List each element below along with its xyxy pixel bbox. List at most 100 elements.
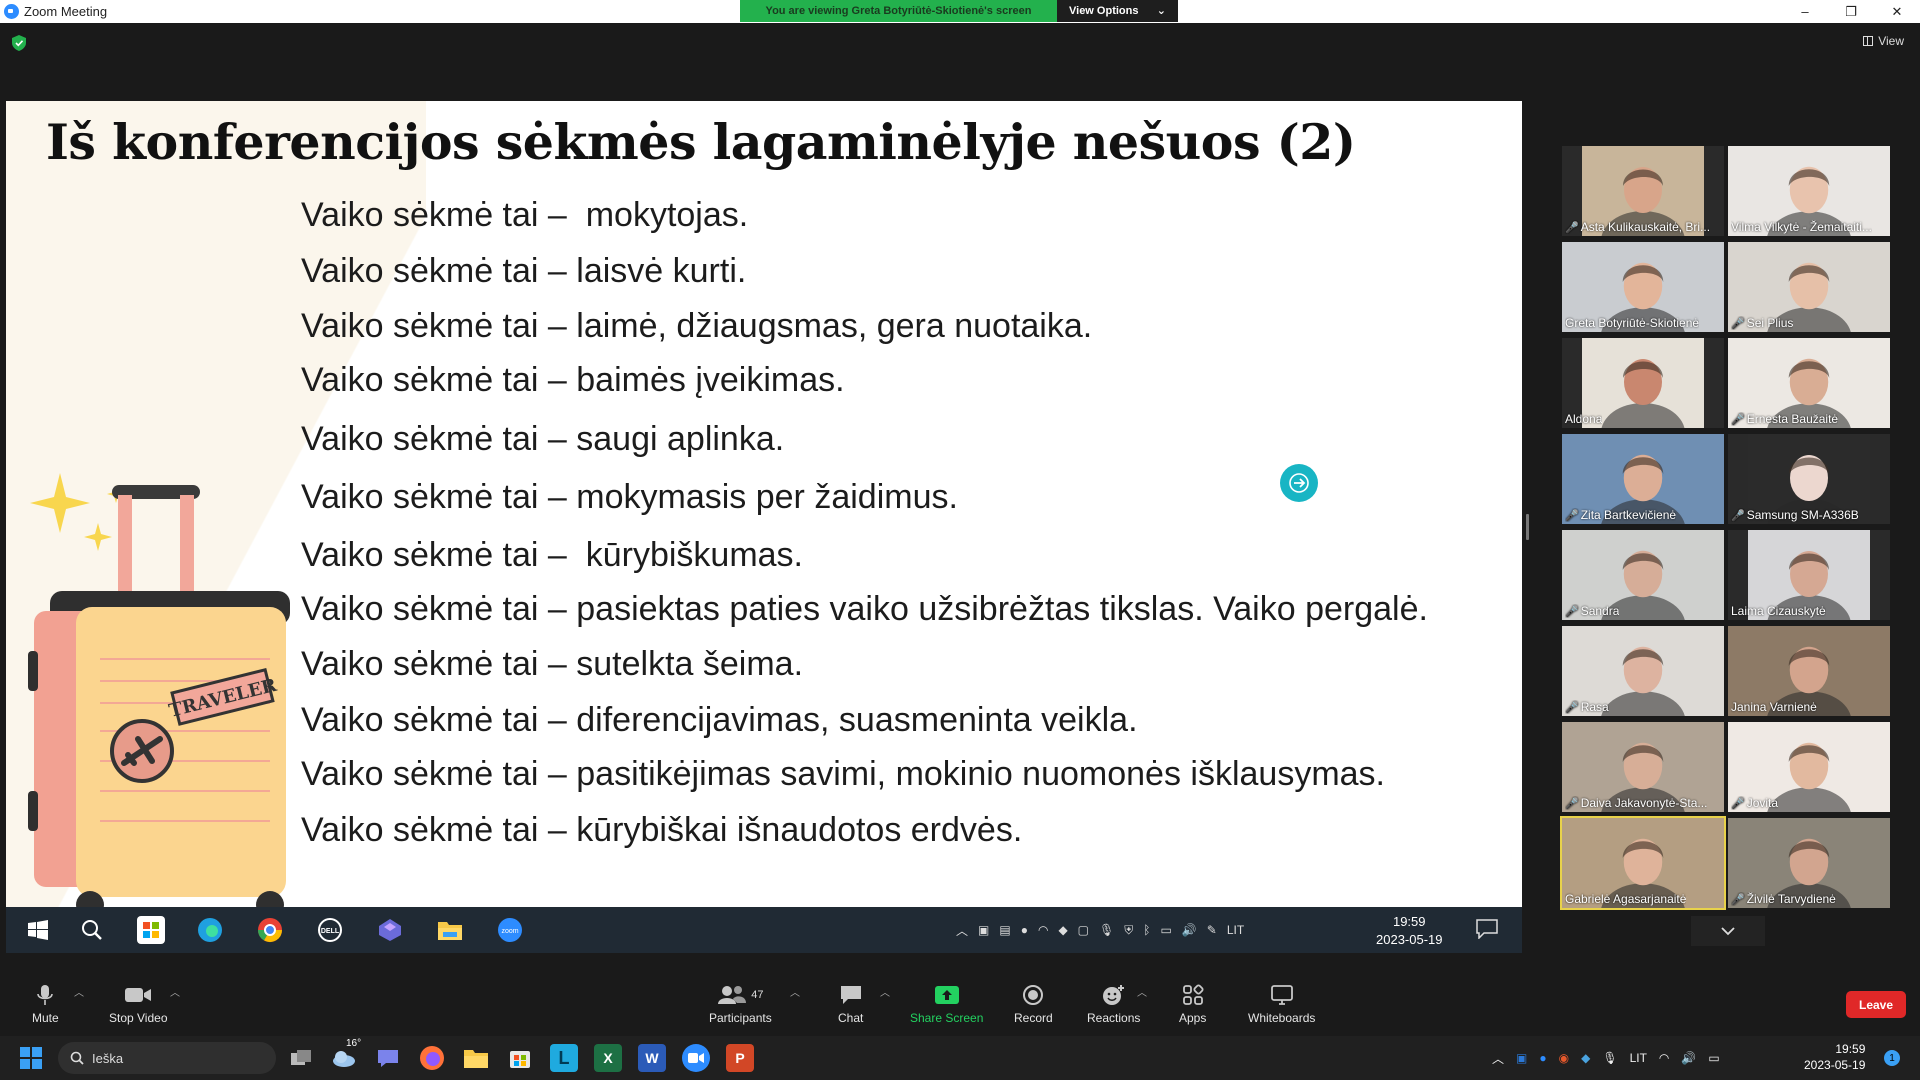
zoom-logo-icon [4,4,19,19]
security-shield-icon[interactable] [12,35,26,51]
reactions-button[interactable]: Reactions [1087,984,1140,1025]
participant-tile[interactable]: Gabrielė Agasarjanaitė [1560,816,1726,910]
participant-tile[interactable]: Laima Cizauskytė [1728,530,1890,620]
participant-tile[interactable]: Janina Varnienė [1728,626,1890,716]
video-camera-icon [125,988,152,1002]
suitcase-illustration: TRAVELER [28,473,290,911]
chat-button[interactable]: Chat [838,984,863,1025]
mute-options-caret-icon[interactable]: ︿ [74,984,84,999]
weather-widget[interactable]: 16° [330,1038,361,1072]
remote-zoom-icon: zoom [496,916,524,944]
muted-mic-icon: 🎤 [1731,893,1745,906]
split-resize-handle[interactable] [1526,514,1529,540]
participant-name: Živilė Tarvydienė [1746,892,1836,906]
slide-line: Vaiko sėkmė tai – saugi aplinka. [301,420,785,458]
wifi-icon[interactable]: ◠ [1659,1051,1669,1065]
participant-name: Greta Botyriūtė-Skiotienė [1565,316,1700,330]
participants-button[interactable]: 47 Participants [709,984,772,1025]
participant-name-tag: 🎤 Asta Kulikauskaitė, Bri... [1565,220,1710,234]
participant-tile[interactable]: Aldona [1562,338,1724,428]
taskbar-clock[interactable]: 19:59 2023-05-19 [1804,1041,1865,1073]
video-options-caret-icon[interactable]: ︿ [170,984,180,999]
participant-tile[interactable]: 🎤 Zita Bartkevičienė [1562,434,1724,524]
participant-tile[interactable]: 🎤 Sei Plius [1728,242,1890,332]
windows-start-icon[interactable] [20,1047,42,1069]
participant-name: Sandra [1580,604,1620,618]
windows-taskbar: Ieška 16° L X W P ︿ ▣ ● ◉ ◆ 🎙 LIT ◠ 🔊 ▭ … [0,1036,1920,1080]
remote-chevron-up-icon: ︿ [956,923,969,938]
record-button[interactable]: Record [1014,984,1053,1025]
participant-tile[interactable]: Vilma Vilkytė - Žemaitaiti... [1728,146,1890,236]
gallery-scroll-down-button[interactable] [1691,916,1765,946]
whiteboards-button[interactable]: Whiteboards [1248,984,1315,1025]
remote-wifi-icon: ◠ [1037,923,1049,937]
battery-icon[interactable]: ▭ [1708,1051,1719,1065]
zoom-tray-icon[interactable]: ● [1539,1051,1546,1065]
zoom-taskbar-icon[interactable] [682,1044,710,1072]
slide-line: Vaiko sėkmė tai – kūrybiškai išnaudotos … [301,811,1023,849]
mute-button[interactable]: Mute [32,984,59,1025]
remote-bluetooth-icon: ᛒ [1143,923,1151,937]
share-screen-icon [934,986,959,1004]
share-screen-label: Share Screen [910,1011,984,1025]
remote-notification-icon [1476,919,1498,944]
participants-options-caret-icon[interactable]: ︿ [790,984,800,999]
participant-tile[interactable]: 🎤 Rasa [1562,626,1724,716]
word-icon[interactable]: W [638,1044,666,1072]
store-icon[interactable] [506,1044,534,1072]
restore-button[interactable]: ❐ [1828,0,1874,23]
participant-tile[interactable]: 🎤 Daiva Jakavonytė-Sta... [1562,722,1724,812]
participant-tile[interactable]: 🎤 Jovita [1728,722,1890,812]
participant-tile[interactable]: 🎤 Živilė Tarvydienė [1728,818,1890,908]
defender-tray-icon[interactable]: ◆ [1581,1051,1590,1065]
apps-button[interactable]: Apps [1179,984,1206,1025]
view-button[interactable]: View [1863,34,1904,48]
participant-name-tag: Greta Botyriūtė-Skiotienė [1565,316,1699,330]
remote-tray-icon: ▢ [1077,923,1090,937]
whiteboards-label: Whiteboards [1248,1011,1316,1025]
close-button[interactable]: ✕ [1874,0,1920,23]
office-tray-icon[interactable]: ◉ [1559,1051,1569,1065]
muted-mic-icon: 🎤 [1731,317,1745,330]
remote-language: LIT [1226,923,1245,937]
l-app-icon[interactable]: L [550,1044,578,1072]
mic-tray-icon[interactable]: 🎙 [1602,1051,1617,1065]
remote-chrome-icon [256,916,284,944]
teams-chat-icon[interactable] [374,1044,402,1072]
participant-name: Daiva Jakavonytė-Sta... [1580,796,1708,810]
participant-tile[interactable]: 🎤 Samsung SM-A336B [1728,434,1890,524]
remote-tray-icon: ▣ [978,923,990,937]
chevron-up-icon[interactable]: ︿ [1492,1050,1504,1067]
excel-icon[interactable]: X [594,1044,622,1072]
participant-name-tag: Gabrielė Agasarjanaitė [1565,892,1686,906]
file-explorer-icon[interactable] [462,1044,490,1072]
search-placeholder: Ieška [92,1050,124,1066]
reactions-options-caret-icon[interactable]: ︿ [1137,984,1147,999]
remote-dell-icon: DELL [316,916,344,944]
stop-video-button[interactable]: Stop Video [109,984,168,1025]
minimize-button[interactable]: – [1782,0,1828,23]
taskbar-search[interactable]: Ieška [58,1042,276,1074]
participant-tile[interactable]: 🎤 Ernesta Baužaitė [1728,338,1890,428]
task-view-icon[interactable] [287,1044,315,1072]
speaker-icon[interactable]: 🔊 [1681,1051,1696,1065]
leave-button[interactable]: Leave [1846,991,1906,1018]
participant-tile[interactable]: Greta Botyriūtė-Skiotienė [1562,242,1724,332]
input-language[interactable]: LIT [1630,1051,1647,1065]
airplane-icon [110,719,174,783]
participants-icon [718,986,747,1004]
participant-name: Aldona [1565,412,1603,426]
powerpoint-icon[interactable]: P [726,1044,754,1072]
muted-mic-icon: 🎤 [1565,797,1579,810]
view-options-button[interactable]: View Options ⌄ [1057,0,1178,22]
share-screen-button[interactable]: Share Screen [910,984,983,1025]
participant-tile[interactable]: 🎤 Sandra [1562,530,1724,620]
participant-tile[interactable]: 🎤 Asta Kulikauskaitė, Bri... [1562,146,1724,236]
notification-badge[interactable]: 1 [1884,1050,1900,1066]
chat-options-caret-icon[interactable]: ︿ [880,984,890,999]
remote-teams-icon: ◆ [1058,923,1068,937]
slide-next-arrow-icon[interactable] [1280,464,1318,502]
participant-name: Samsung SM-A336B [1746,508,1859,522]
firefox-icon[interactable] [418,1044,446,1072]
outlook-tray-icon[interactable]: ▣ [1516,1051,1527,1065]
